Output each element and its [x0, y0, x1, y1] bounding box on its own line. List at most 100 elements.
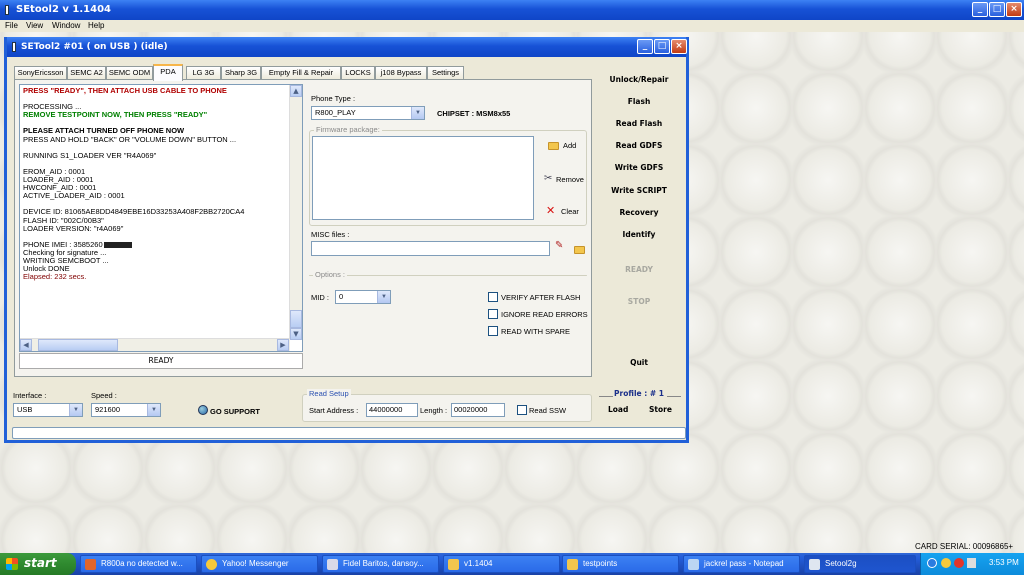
browser-icon: [85, 559, 96, 570]
menu-file[interactable]: File: [5, 21, 18, 30]
child-maximize-button[interactable]: □: [654, 39, 670, 54]
security-icon[interactable]: [954, 558, 964, 568]
taskbar-item-yahoo[interactable]: Yahoo! Messenger: [201, 555, 318, 573]
add-button[interactable]: Add: [563, 141, 576, 150]
menu-help[interactable]: Help: [88, 21, 104, 30]
taskbar-item-testpoints[interactable]: testpoints: [562, 555, 679, 573]
scroll-up-icon[interactable]: ▲: [290, 85, 302, 97]
clear-x-icon[interactable]: ✕: [546, 204, 555, 217]
scroll-left-icon[interactable]: ◀: [20, 339, 32, 351]
network-icon[interactable]: [927, 558, 937, 568]
menu-view[interactable]: View: [26, 21, 43, 30]
write-gdfs-button[interactable]: Write GDFS: [593, 163, 685, 172]
tab-locks[interactable]: LOCKS: [341, 66, 375, 80]
unlock-repair-button[interactable]: Unlock/Repair: [593, 75, 685, 84]
scissors-icon[interactable]: ✂: [544, 173, 552, 184]
phone-type-label: Phone Type :: [311, 94, 356, 103]
phone-type-select[interactable]: R800_PLAY ▼: [311, 106, 425, 120]
misc-files-input[interactable]: [311, 241, 550, 256]
taskbar-item-setool2g[interactable]: Setool2g: [804, 555, 916, 573]
clear-button[interactable]: Clear: [561, 207, 579, 216]
chevron-down-icon[interactable]: ▼: [411, 107, 424, 119]
tab-j108-bypass[interactable]: j108 Bypass: [375, 66, 427, 80]
taskbar-item-notepad[interactable]: jackrel pass - Notepad: [683, 555, 800, 573]
interface-select[interactable]: USB ▼: [13, 403, 83, 417]
child-title-bar[interactable]: SETool2 #01 ( on USB ) (idle) _ □ ×: [7, 37, 687, 57]
identify-button[interactable]: Identify: [593, 230, 685, 239]
read-ssw-checkbox[interactable]: [517, 405, 527, 415]
start-address-input[interactable]: 44000000: [366, 403, 418, 417]
misc-files-label: MISC files :: [311, 230, 350, 239]
write-script-button[interactable]: Write SCRIPT: [593, 186, 685, 195]
tab-sharp-3g[interactable]: Sharp 3G: [221, 66, 261, 80]
read-spare-label: READ WITH SPARE: [501, 327, 571, 336]
firmware-label: Firmware package:: [314, 125, 382, 134]
recovery-button[interactable]: Recovery: [593, 208, 685, 217]
tab-semc-a2[interactable]: SEMC A2: [67, 66, 106, 80]
chevron-down-icon[interactable]: ▼: [377, 291, 390, 303]
child-minimize-button[interactable]: _: [637, 39, 653, 54]
log-line: Elapsed: 232 secs.: [23, 273, 87, 282]
flash-button[interactable]: Flash: [593, 97, 685, 106]
messenger-tray-icon[interactable]: [941, 558, 951, 568]
load-button[interactable]: Load: [608, 405, 628, 414]
log-vertical-scrollbar[interactable]: ▲ ▼: [289, 85, 302, 340]
mid-select[interactable]: 0 ▼: [335, 290, 391, 304]
speed-select[interactable]: 921600 ▼: [91, 403, 161, 417]
log-line: LOADER VERSION: "r4A069": [23, 224, 124, 233]
log-box[interactable]: PRESS "READY", THEN ATTACH USB CABLE TO …: [19, 84, 303, 352]
firmware-list[interactable]: [312, 136, 534, 220]
folder-open-icon[interactable]: [574, 246, 585, 254]
read-spare-checkbox[interactable]: [488, 326, 498, 336]
taskbar-item-chat[interactable]: Fidel Baritos, dansoy...: [322, 555, 439, 573]
clock[interactable]: 3:53 PM: [989, 558, 1019, 567]
length-label: Length :: [420, 406, 448, 415]
tab-semc-odm[interactable]: SEMC ODM: [106, 66, 153, 80]
taskbar-item-label: R800a no detected w...: [101, 559, 183, 568]
scroll-down-icon[interactable]: ▼: [290, 328, 302, 340]
tab-sonyericsson[interactable]: SonyEricsson: [14, 66, 67, 80]
taskbar-item-browser[interactable]: R800a no detected w...: [80, 555, 197, 573]
pencil-icon[interactable]: ✎: [555, 240, 563, 251]
remove-button[interactable]: Remove: [556, 175, 584, 184]
volume-icon[interactable]: [967, 558, 976, 568]
child-close-button[interactable]: ×: [671, 39, 687, 54]
main-title-bar[interactable]: SEtool2 v 1.1404 _ □ ×: [0, 0, 1024, 20]
menu-window[interactable]: Window: [52, 21, 80, 30]
system-tray: 3:53 PM: [920, 553, 1024, 575]
chevron-down-icon[interactable]: ▼: [69, 404, 82, 416]
tab-settings[interactable]: Settings: [427, 66, 464, 80]
scroll-thumb[interactable]: [290, 310, 302, 328]
maximize-button[interactable]: □: [989, 2, 1005, 17]
log-line: DEVICE ID: 81065AE8DD4849EBE16D33253A408…: [23, 208, 245, 217]
close-button[interactable]: ×: [1006, 2, 1022, 17]
tab-pda[interactable]: PDA: [153, 64, 183, 81]
interface-value: USB: [17, 405, 33, 414]
mid-value: 0: [339, 292, 344, 301]
folder-icon[interactable]: [548, 142, 559, 150]
verify-checkbox[interactable]: [488, 292, 498, 302]
store-button[interactable]: Store: [649, 405, 672, 414]
ready-button[interactable]: READY: [593, 265, 685, 274]
read-gdfs-button[interactable]: Read GDFS: [593, 141, 685, 150]
stop-button[interactable]: STOP: [593, 297, 685, 306]
taskbar-item-label: testpoints: [583, 559, 618, 568]
taskbar-item-v1-1404[interactable]: v1.1404: [443, 555, 560, 573]
tab-empty-fill-repair[interactable]: Empty Fill & Repair: [261, 66, 341, 80]
hscroll-thumb[interactable]: [38, 339, 118, 351]
log-line: Unlock DONE: [23, 265, 70, 274]
start-button[interactable]: start: [0, 553, 76, 575]
globe-icon[interactable]: [198, 405, 208, 415]
minimize-button[interactable]: _: [972, 2, 988, 17]
go-support-button[interactable]: GO SUPPORT: [210, 407, 260, 416]
read-flash-button[interactable]: Read Flash: [593, 119, 685, 128]
setool-child-window: SETool2 #01 ( on USB ) (idle) _ □ × Sony…: [4, 37, 689, 443]
scroll-right-icon[interactable]: ▶: [277, 339, 289, 351]
ignore-errors-checkbox[interactable]: [488, 309, 498, 319]
log-horizontal-scrollbar[interactable]: ◀ ▶: [20, 338, 290, 351]
quit-button[interactable]: Quit: [593, 358, 685, 367]
length-input[interactable]: 00020000: [451, 403, 505, 417]
tab-lg-3g[interactable]: LG 3G: [186, 66, 221, 80]
smiley-icon: [206, 559, 217, 570]
chevron-down-icon[interactable]: ▼: [147, 404, 160, 416]
